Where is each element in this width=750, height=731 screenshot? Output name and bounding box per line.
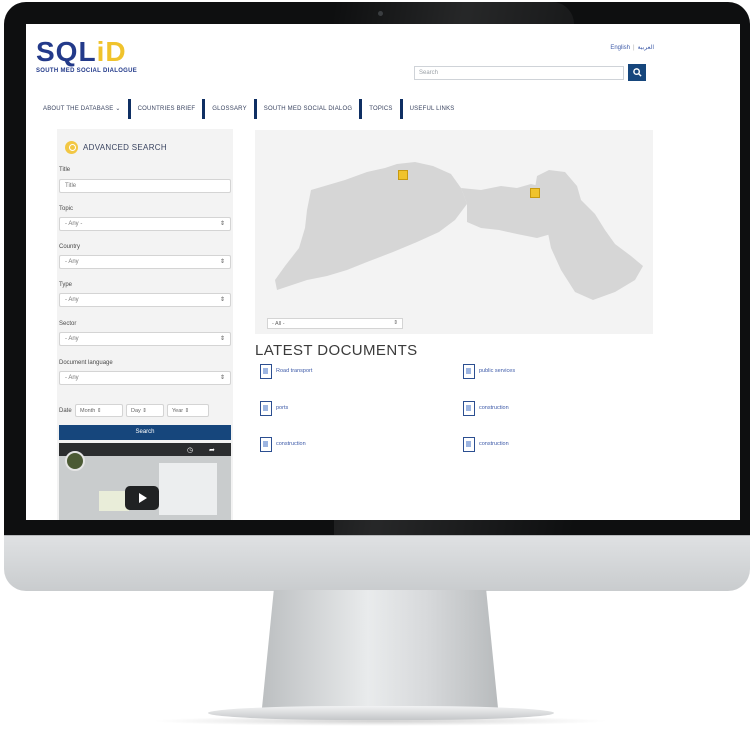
year-value: Year [172, 408, 184, 414]
nav-useful-links[interactable]: USEFUL LINKS [403, 102, 462, 116]
title-input[interactable]: Title [59, 179, 231, 193]
logo-subtitle: SOUTH MED SOCIAL DIALOGUE [36, 68, 138, 74]
select-arrow-icon: ⇕ [219, 221, 225, 227]
magnifier-icon [632, 68, 642, 77]
document-marker-icon[interactable] [398, 170, 408, 180]
document-icon [462, 401, 475, 416]
document-link[interactable]: ports [259, 401, 289, 416]
doc-language-value: - Any [65, 375, 79, 381]
logo-text-a: SQL [36, 36, 97, 67]
country-label: Country [59, 244, 81, 250]
advanced-search-header: ADVANCED SEARCH [65, 141, 167, 154]
type-value: - Any [65, 297, 79, 303]
document-link[interactable]: construction [462, 437, 509, 452]
latest-documents-title: LATEST DOCUMENTS [255, 342, 418, 359]
select-arrow-icon: ⇕ [219, 297, 225, 303]
document-link[interactable]: construction [462, 401, 509, 416]
search-button[interactable] [628, 64, 646, 81]
date-row: Date Month ⇕ Day ⇕ Year ⇕ [59, 404, 209, 417]
video-title-bar [59, 443, 231, 456]
document-label: construction [276, 441, 306, 447]
map-select-value: - All - [272, 321, 285, 327]
search-icon [65, 141, 78, 154]
select-arrow-icon: ⇕ [219, 259, 225, 265]
document-link[interactable]: construction [259, 437, 306, 452]
document-icon [259, 437, 272, 452]
lang-english[interactable]: English [610, 45, 630, 51]
monitor: SQLiD SOUTH MED SOCIAL DIALOGUE English |… [4, 2, 750, 591]
topic-label: Topic [59, 206, 74, 212]
watch-later-icon[interactable]: ◷ [187, 446, 193, 454]
monitor-stand-neck [262, 590, 498, 708]
play-button-icon[interactable] [125, 486, 159, 510]
document-icon [462, 437, 475, 452]
doc-language-select[interactable]: - Any ⇕ [59, 371, 231, 385]
document-label: ports [276, 405, 289, 411]
monitor-stand-base [208, 706, 554, 720]
sector-value: - Any [65, 336, 79, 342]
monitor-chin [4, 535, 750, 591]
main-nav: ABOUT THE DATABASE ⌄ COUNTRIES BRIEF GLO… [36, 99, 462, 119]
nav-about[interactable]: ABOUT THE DATABASE ⌄ [36, 102, 128, 116]
date-label: Date [59, 407, 72, 414]
document-link[interactable]: Road transport [259, 364, 313, 379]
document-icon [462, 364, 475, 379]
sector-select[interactable]: - Any ⇕ [59, 332, 231, 346]
topic-select[interactable]: - Any - ⇕ [59, 217, 231, 231]
doc-language-label: Document language [59, 360, 113, 366]
document-label: public services [479, 368, 516, 374]
select-arrow-icon: ⇕ [219, 375, 225, 381]
type-label: Type [59, 282, 73, 288]
document-marker-icon[interactable] [530, 188, 540, 198]
camera-icon [378, 11, 383, 16]
document-label: Road transport [276, 368, 313, 374]
document-label: construction [479, 405, 509, 411]
document-icon [259, 401, 272, 416]
share-icon[interactable]: ➦ [209, 446, 215, 454]
logo-text-b: iD [96, 36, 127, 67]
country-value: - Any [65, 259, 79, 265]
map-svg [275, 162, 643, 300]
video-thumbnail-document [159, 463, 217, 515]
document-label: construction [479, 441, 509, 447]
site-logo[interactable]: SQLiD SOUTH MED SOCIAL DIALOGUE [36, 36, 138, 75]
month-select[interactable]: Month ⇕ [75, 404, 123, 417]
map-country-select[interactable]: - All - ⇕ [267, 318, 403, 329]
type-select[interactable]: - Any ⇕ [59, 293, 231, 307]
document-icon [259, 364, 272, 379]
map-region-levant-arabia[interactable] [535, 170, 643, 300]
region-map[interactable]: - All - ⇕ [255, 130, 653, 334]
nav-glossary[interactable]: GLOSSARY [205, 102, 254, 116]
channel-avatar [65, 451, 85, 471]
country-select[interactable]: - Any ⇕ [59, 255, 231, 269]
site-search-input[interactable]: Search [414, 66, 624, 80]
screen: SQLiD SOUTH MED SOCIAL DIALOGUE English |… [26, 24, 740, 520]
nav-topics[interactable]: TOPICS [362, 102, 399, 116]
nav-countries[interactable]: COUNTRIES BRIEF [131, 102, 203, 116]
video-embed[interactable]: ◷ ➦ [59, 443, 231, 520]
advanced-search-panel: ADVANCED SEARCH Title Title Topic - Any … [57, 129, 233, 520]
day-value: Day [131, 408, 141, 414]
select-arrow-icon: ⇕ [219, 336, 225, 342]
month-value: Month [80, 408, 96, 414]
select-arrow-icon: ⇕ [393, 320, 398, 326]
advanced-search-submit[interactable]: Search [59, 425, 231, 440]
lang-arabic[interactable]: العربية [638, 45, 654, 51]
document-link[interactable]: public services [462, 364, 516, 379]
topic-value: - Any - [65, 221, 83, 227]
sector-label: Sector [59, 321, 77, 327]
advanced-search-title: ADVANCED SEARCH [83, 143, 167, 152]
nav-social-dialog[interactable]: SOUTH MED SOCIAL DIALOG [257, 102, 359, 116]
language-switcher: English | العربية [610, 45, 654, 51]
day-select[interactable]: Day ⇕ [126, 404, 164, 417]
year-select[interactable]: Year ⇕ [167, 404, 209, 417]
title-label: Title [59, 167, 71, 173]
map-region-maghreb[interactable] [275, 162, 467, 290]
